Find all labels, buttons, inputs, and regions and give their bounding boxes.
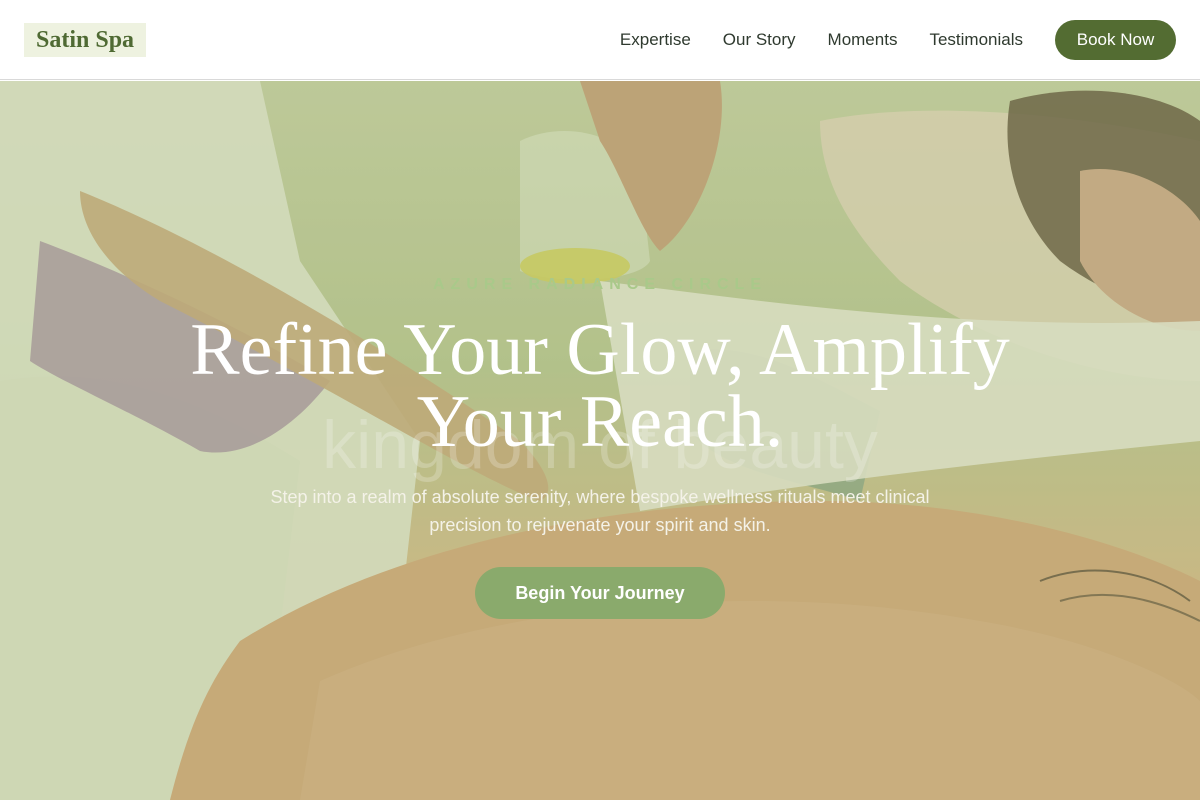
hero-eyebrow: AZURE RADIANCE CIRCLE — [433, 276, 767, 293]
hero-section: AZURE RADIANCE CIRCLE kingdom of beauty … — [0, 81, 1200, 800]
nav-link-our-story[interactable]: Our Story — [723, 30, 796, 50]
navbar: Satin Spa Expertise Our Story Moments Te… — [0, 0, 1200, 80]
hero-subtext: Step into a realm of absolute serenity, … — [270, 487, 930, 535]
hero-headline: Refine Your Glow, Amplify Your Reach. — [190, 309, 1010, 463]
nav-link-moments[interactable]: Moments — [828, 30, 898, 50]
begin-journey-button[interactable]: Begin Your Journey — [475, 567, 725, 619]
nav-links: Expertise Our Story Moments Testimonials… — [620, 19, 1176, 60]
nav-link-expertise[interactable]: Expertise — [620, 30, 691, 50]
nav-link-testimonials[interactable]: Testimonials — [929, 30, 1023, 50]
brand-logo[interactable]: Satin Spa — [24, 22, 147, 57]
book-now-button[interactable]: Book Now — [1055, 19, 1176, 60]
